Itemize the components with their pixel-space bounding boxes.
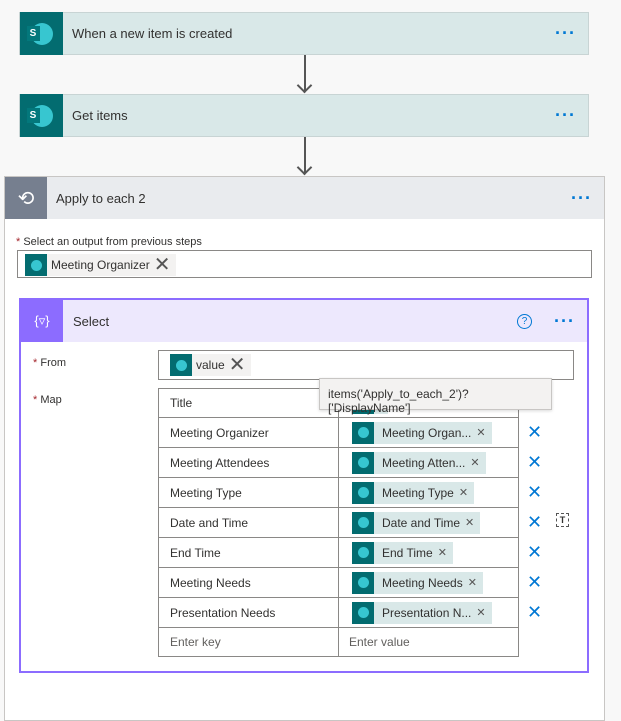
value-input[interactable]: End Time ✕: [339, 538, 518, 567]
sharepoint-icon: [20, 12, 63, 55]
delete-icon[interactable]: ✕: [527, 452, 542, 473]
tooltip: items('Apply_to_each_2')?['DisplayName']: [319, 378, 552, 415]
help-icon[interactable]: ?: [517, 313, 533, 329]
delete-icon[interactable]: ✕: [527, 512, 542, 533]
sharepoint-icon: [352, 481, 374, 504]
token-label: Meeting Organ...: [382, 425, 472, 440]
arrow-icon: [296, 77, 313, 94]
remove-token-icon[interactable]: ✕: [438, 546, 447, 559]
key-input[interactable]: Meeting Attendees: [159, 448, 339, 477]
table-row: Meeting Organizer Meeting Organ... ✕: [158, 418, 519, 448]
value-input[interactable]: Presentation N... ✕: [339, 598, 518, 627]
sharepoint-icon: [20, 94, 63, 137]
remove-token-icon[interactable]: ✕: [476, 606, 485, 619]
token-label: End Time: [382, 545, 433, 560]
card-title: When a new item is created: [72, 26, 233, 41]
select-header[interactable]: {▿} Select ? ···: [21, 300, 587, 342]
loop-icon: ⟲: [5, 177, 47, 219]
table-row: Meeting Type Meeting Type ✕: [158, 478, 519, 508]
map-label: * Map: [33, 394, 62, 406]
text-mode-icon[interactable]: T: [556, 513, 569, 527]
table-row: Presentation Needs Presentation N... ✕: [158, 598, 519, 628]
table-row: Date and Time Date and Time ✕: [158, 508, 519, 538]
sharepoint-icon: [352, 511, 374, 534]
token-label: Meeting Type: [382, 485, 454, 500]
key-input[interactable]: Presentation Needs: [159, 598, 339, 627]
key-input[interactable]: Meeting Type: [159, 478, 339, 507]
token-label: Presentation N...: [382, 605, 472, 620]
delete-icon[interactable]: ✕: [527, 572, 542, 593]
get-items-card[interactable]: Get items ···: [19, 94, 589, 137]
key-input[interactable]: Meeting Needs: [159, 568, 339, 597]
remove-token-icon[interactable]: ✕: [229, 355, 246, 375]
data-operation-icon: {▿}: [21, 300, 63, 342]
more-icon[interactable]: ···: [555, 105, 576, 126]
delete-icon[interactable]: ✕: [527, 482, 542, 503]
remove-token-icon[interactable]: ✕: [154, 255, 171, 275]
table-row-new: Enter key Enter value: [158, 628, 519, 657]
trigger-card[interactable]: When a new item is created ···: [19, 12, 589, 55]
table-row: Meeting Attendees Meeting Atten... ✕: [158, 448, 519, 478]
remove-token-icon[interactable]: ✕: [476, 426, 485, 439]
key-input[interactable]: Enter key: [159, 628, 339, 656]
output-label: * Select an output from previous steps: [16, 236, 202, 248]
value-input[interactable]: Meeting Atten... ✕: [339, 448, 518, 477]
card-title: Get items: [72, 108, 128, 123]
sharepoint-icon: [352, 451, 374, 474]
key-input[interactable]: End Time: [159, 538, 339, 567]
delete-icon[interactable]: ✕: [527, 542, 542, 563]
token-label: Date and Time: [382, 515, 461, 530]
value-input[interactable]: Meeting Needs ✕: [339, 568, 518, 597]
value-input[interactable]: Date and Time ✕: [339, 508, 518, 537]
key-input[interactable]: Title: [159, 389, 339, 417]
value-input[interactable]: Meeting Organ... ✕: [339, 418, 518, 447]
more-icon[interactable]: ···: [554, 311, 575, 332]
key-input[interactable]: Meeting Organizer: [159, 418, 339, 447]
value-input[interactable]: Meeting Type ✕: [339, 478, 518, 507]
remove-token-icon[interactable]: ✕: [459, 486, 468, 499]
more-icon[interactable]: ···: [555, 23, 576, 44]
remove-token-icon[interactable]: ✕: [465, 516, 474, 529]
table-row: Meeting Needs Meeting Needs ✕: [158, 568, 519, 598]
loop-header[interactable]: ⟲ Apply to each 2 ···: [5, 177, 604, 219]
table-row: End Time End Time ✕: [158, 538, 519, 568]
remove-token-icon[interactable]: ✕: [470, 456, 479, 469]
sharepoint-icon: [25, 254, 47, 276]
sharepoint-icon: [352, 421, 374, 444]
sharepoint-icon: [170, 354, 192, 376]
key-input[interactable]: Date and Time: [159, 508, 339, 537]
value-input[interactable]: Enter value: [339, 628, 518, 656]
token-label: Meeting Atten...: [382, 455, 466, 470]
remove-token-icon[interactable]: ✕: [468, 576, 477, 589]
sharepoint-icon: [352, 541, 374, 564]
delete-icon[interactable]: ✕: [527, 422, 542, 443]
sharepoint-icon: [352, 601, 374, 624]
more-icon[interactable]: ···: [571, 188, 592, 209]
sharepoint-icon: [352, 571, 374, 594]
arrow-icon: [296, 159, 313, 176]
output-input[interactable]: Meeting Organizer ✕: [17, 250, 592, 278]
card-title: Select: [73, 313, 110, 329]
from-input[interactable]: value ✕: [158, 350, 574, 380]
token-label: Meeting Needs: [382, 575, 463, 590]
delete-icon[interactable]: ✕: [527, 602, 542, 623]
from-label: * From: [33, 357, 67, 369]
card-title: Apply to each 2: [56, 190, 146, 206]
